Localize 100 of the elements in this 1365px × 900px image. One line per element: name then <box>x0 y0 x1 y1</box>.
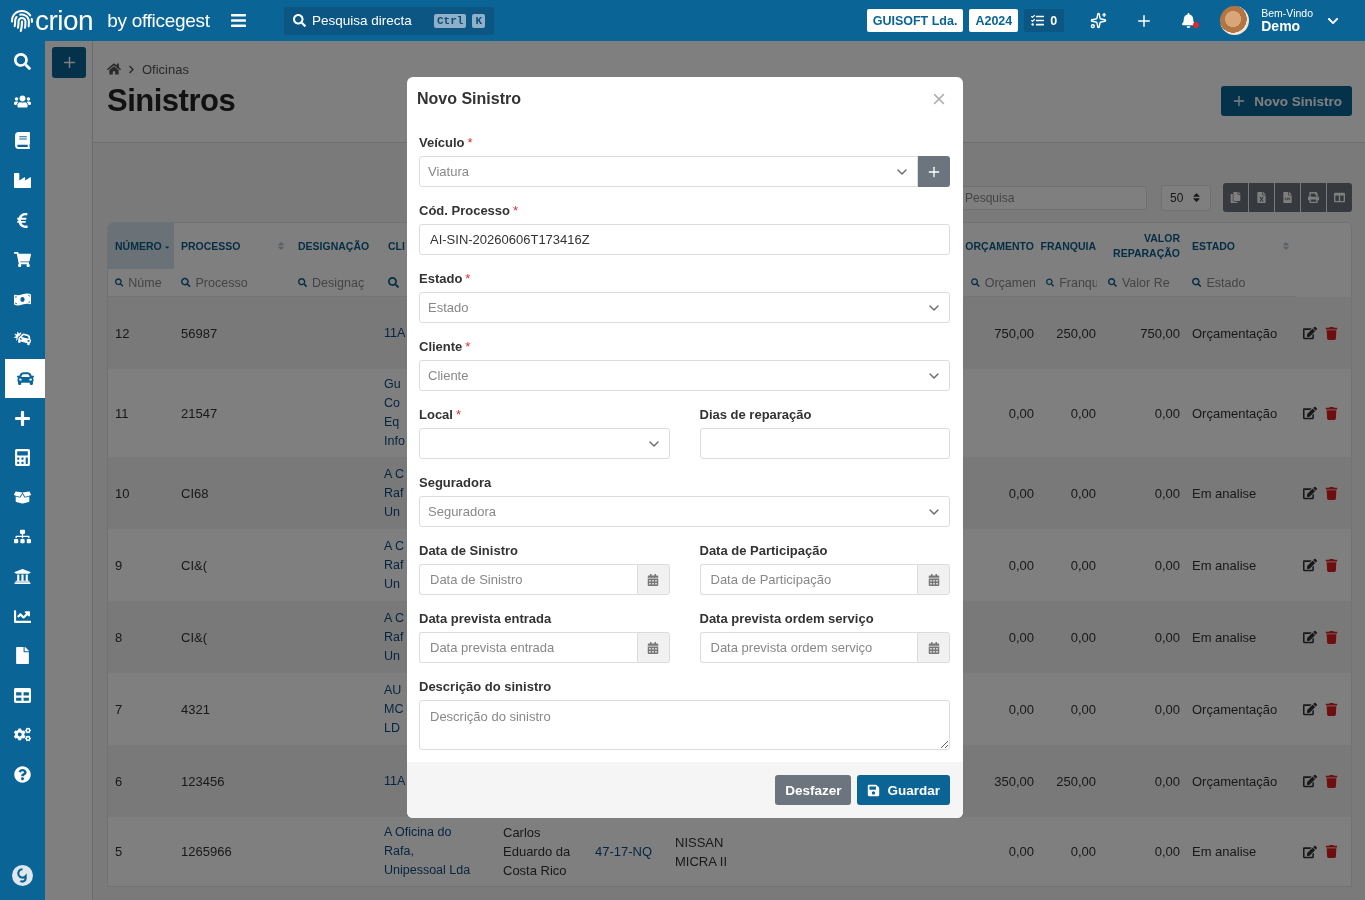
cart-icon <box>14 251 31 269</box>
input-field[interactable] <box>699 428 950 459</box>
delete-icon[interactable] <box>1325 630 1338 644</box>
new-claim-button[interactable]: Novo Sinistro <box>1221 86 1352 116</box>
filter-field[interactable]: Estado <box>1206 275 1292 290</box>
filter-field[interactable]: Franqu <box>1059 275 1097 290</box>
table-cell-text: Orçamentação <box>1192 404 1278 423</box>
plate-link[interactable]: 47-17-NQ <box>595 842 653 861</box>
edit-icon[interactable] <box>1303 774 1317 788</box>
notifications-button[interactable] <box>1181 13 1197 28</box>
edit-icon[interactable] <box>1303 844 1317 859</box>
brand-tagline: by officegest <box>107 9 210 32</box>
print-button[interactable] <box>1301 183 1326 212</box>
add-button[interactable] <box>918 156 950 187</box>
delete-icon[interactable] <box>1325 486 1338 500</box>
excel-button[interactable] <box>1249 183 1274 212</box>
table-cell-text: 6 <box>115 772 123 791</box>
input-field[interactable]: AI-SIN-20260606T173416Z <box>419 224 950 255</box>
table-cell-text: 1265966 <box>181 843 232 861</box>
table-cell-text: 350,00 <box>994 772 1034 791</box>
column-header[interactable]: ORÇAMENTO <box>964 223 1039 269</box>
add-button[interactable] <box>52 47 86 78</box>
avatar <box>1220 6 1250 35</box>
delete-icon[interactable] <box>1325 406 1338 420</box>
table-cell-text: 12 <box>115 324 130 343</box>
edit-icon[interactable] <box>1303 326 1317 340</box>
filter-field[interactable]: Designaç <box>312 275 377 290</box>
save-button[interactable]: Guardar <box>857 775 950 805</box>
menu-button[interactable] <box>229 12 247 29</box>
date-field[interactable]: Data prevista ordem serviço <box>699 632 917 663</box>
client-link[interactable]: A C Raf Un <box>384 608 405 666</box>
sparkles-button[interactable] <box>1090 12 1108 29</box>
dropdown[interactable]: Cliente <box>419 360 950 391</box>
delete-icon[interactable] <box>1325 774 1338 788</box>
delete-icon[interactable] <box>1325 702 1338 716</box>
edit-icon[interactable] <box>1303 630 1317 644</box>
client-link[interactable]: A Oficina do Rafa, Unipessoal Lda <box>384 823 471 880</box>
client-link[interactable]: A C Raf Un <box>384 536 405 594</box>
table-cell-text: Orçamentação <box>1192 324 1278 343</box>
client-link[interactable]: Gu Co Eq Info <box>384 375 405 451</box>
date-field[interactable]: Data prevista entrada <box>419 632 637 663</box>
table-cell-text: NISSAN MICRA II <box>675 833 727 871</box>
table-cell-text: 0,00 <box>1070 700 1096 719</box>
delete-icon[interactable] <box>1325 326 1338 340</box>
table-cell-text: 0,00 <box>1008 628 1034 647</box>
csv-button[interactable] <box>1275 183 1300 212</box>
dropdown[interactable]: Viatura <box>419 156 918 187</box>
calendar-button[interactable] <box>917 564 950 595</box>
column-header[interactable]: DESIGNAÇÃO <box>291 223 381 269</box>
shortcut-key: K <box>472 13 485 28</box>
table-cell-text: 4321 <box>181 700 210 719</box>
calendar-button[interactable] <box>636 564 670 595</box>
edit-icon[interactable] <box>1303 406 1317 420</box>
company-badge[interactable]: GUISOFT Lda. <box>866 9 964 32</box>
delete-icon[interactable] <box>1325 558 1338 572</box>
client-link[interactable]: AU MC LD <box>384 680 404 738</box>
column-header[interactable]: FRANQUIA <box>1039 223 1101 269</box>
table-cell-text: 5 <box>115 843 123 861</box>
table-cell-text: 0,00 <box>1008 556 1034 575</box>
gears-icon <box>14 726 31 744</box>
date-field[interactable]: Data de Sinistro <box>419 564 637 595</box>
file-icon <box>14 647 31 665</box>
column-header[interactable]: PROCESSO <box>174 223 291 269</box>
filter-field[interactable]: Orçamen <box>984 275 1035 290</box>
textarea-field[interactable]: Descrição do sinistro <box>419 700 950 750</box>
date-field[interactable]: Data de Participação <box>699 564 917 595</box>
sort-icon <box>1191 192 1202 203</box>
field-label: Seguradora <box>419 474 493 492</box>
filter-field[interactable]: Processo <box>195 275 287 290</box>
columns-button[interactable] <box>1327 183 1352 212</box>
tasks-button[interactable]: 0 <box>1024 9 1065 32</box>
undo-button[interactable]: Desfazer <box>775 775 852 805</box>
field-label: Data de Sinistro <box>419 542 519 560</box>
delete-icon[interactable] <box>1325 845 1338 858</box>
breadcrumb-link[interactable]: Oficinas <box>142 61 189 77</box>
filter-field[interactable]: Núme <box>128 275 170 290</box>
calendar-button[interactable] <box>917 632 950 663</box>
column-header[interactable]: NÚMERO <box>108 223 174 269</box>
client-link[interactable]: 11A <box>384 323 406 343</box>
dropdown[interactable]: Estado <box>419 292 950 323</box>
calendar-button[interactable] <box>636 632 670 663</box>
client-link[interactable]: 11A <box>384 771 406 791</box>
client-link[interactable]: A C Raf Un <box>384 464 405 522</box>
search-icon <box>388 277 399 288</box>
column-header[interactable]: ESTADO <box>1185 223 1296 269</box>
table-cell-text: 0,00 <box>1008 700 1034 719</box>
year-badge[interactable]: A2024 <box>969 9 1019 32</box>
copy-icon <box>1230 192 1241 203</box>
page-size-select[interactable]: 50 <box>1161 184 1211 211</box>
edit-icon[interactable] <box>1303 558 1317 572</box>
bell-icon <box>1181 13 1197 28</box>
edit-icon[interactable] <box>1303 702 1317 716</box>
filter-field[interactable]: Valor Re <box>1121 275 1181 290</box>
dropdown[interactable]: Seguradora <box>419 496 950 527</box>
search-button[interactable]: Pesquisa directa Ctrl K <box>284 6 494 35</box>
edit-icon[interactable] <box>1303 486 1317 500</box>
table-cell-text: 8 <box>115 628 123 647</box>
copy-button[interactable] <box>1223 183 1248 212</box>
table-cell-text: 0,00 <box>1008 843 1034 861</box>
column-header[interactable]: VALOR REPARAÇÃO <box>1101 223 1185 269</box>
